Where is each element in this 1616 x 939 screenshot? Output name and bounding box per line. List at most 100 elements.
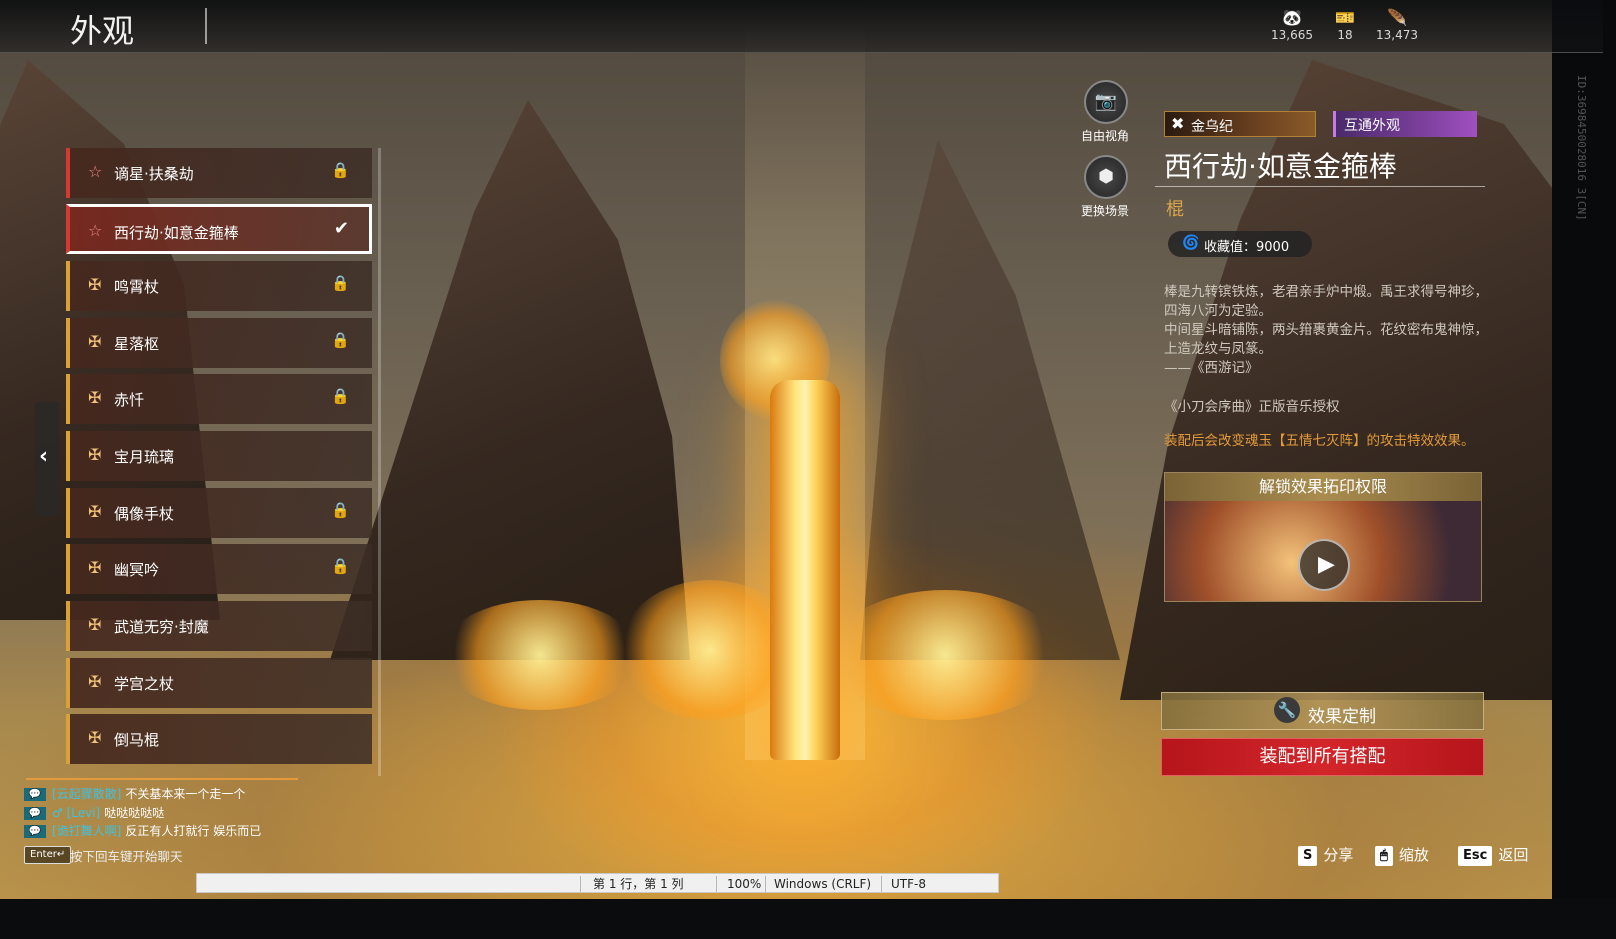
currency-mask-coin: 🐼 13,665 [1262, 8, 1322, 42]
mouse-icon: 🖱 [1375, 845, 1393, 866]
series-emblem-icon: ✖ [1171, 114, 1185, 133]
chat-text: 不关基本来一个走一个 [125, 787, 246, 801]
list-item[interactable]: ✠ 偶像手杖 🔒 [66, 488, 372, 538]
description-line: 棒是九转镔铁炼，老君亲手炉中煅。禹王求得号神珍，四海八河为定验。 [1164, 284, 1488, 319]
line-ending: Windows (CRLF) [774, 877, 872, 891]
list-item-label: 倒马棍 [114, 731, 160, 749]
list-item-label: 偶像手杖 [114, 505, 175, 523]
cross-emblem-icon: ✠ [88, 275, 102, 294]
cross-emblem-icon: ✠ [88, 615, 102, 634]
item-type: 棍 [1166, 199, 1184, 220]
lock-icon: 🔒 [331, 557, 350, 575]
list-item[interactable]: ✠ 宝月琉璃 [66, 431, 372, 481]
equip-all-button[interactable]: 装配到所有搭配 [1161, 738, 1484, 776]
chat-channel-icon: 💬 [24, 807, 46, 820]
list-item[interactable]: ✠ 武道无穷·封魔 [66, 601, 372, 651]
star-outline-icon: ☆ [88, 162, 103, 181]
play-button[interactable]: ▶ [1298, 539, 1350, 591]
effect-preview-card[interactable]: 解锁效果拓印权限 ▶ [1164, 472, 1482, 602]
share-label: 分享 [1323, 846, 1354, 864]
page-title: 外观 [70, 12, 135, 50]
appearance-list[interactable]: ☆ 谪星·扶桑劫 🔒 ☆ 西行劫·如意金箍棒 ✔ ✠ 鸣霄杖 🔒 ✠ 星落枢 🔒… [66, 148, 376, 776]
editor-status-bar: 第 1 行，第 1 列 100% Windows (CRLF) UTF-8 [196, 873, 999, 893]
encoding: UTF-8 [891, 877, 926, 891]
change-scene-button[interactable]: ⬢ [1084, 155, 1128, 199]
zoom-hint[interactable]: 🖱 缩放 [1375, 844, 1429, 866]
list-item[interactable]: ✠ 鸣霄杖 🔒 [66, 261, 372, 311]
share-button[interactable]: S 分享 [1298, 844, 1353, 866]
description-line: 中间星斗暗铺陈，两头箝裹黄金片。花纹密布鬼神惊，上造龙纹与凤篆。 [1164, 322, 1488, 357]
currency-value: 13,473 [1376, 28, 1418, 42]
esc-key-icon: Esc [1458, 845, 1493, 866]
status-separator [716, 876, 717, 892]
list-item-label: 学宫之杖 [114, 675, 175, 693]
list-item[interactable]: ☆ 谪星·扶桑劫 🔒 [66, 148, 372, 198]
title-divider [1155, 186, 1485, 187]
currency-ticket: 🎫 18 [1315, 8, 1375, 42]
rock-formation [330, 100, 690, 660]
item-description: 棒是九转镔铁炼，老君亲手炉中煅。禹王求得号神珍，四海八河为定验。 中间星斗暗铺陈… [1164, 283, 1494, 378]
status-separator [881, 876, 882, 892]
chat-text: 反正有人打就行 娱乐而已 [125, 824, 262, 838]
lock-icon: 🔒 [331, 274, 350, 292]
chat-sender[interactable]: [诡打舞人啊] [52, 824, 121, 838]
cross-emblem-icon: ✠ [88, 445, 102, 464]
cross-emblem-icon: ✠ [88, 388, 102, 407]
chat-hint: 按下回车键开始聊天 [70, 849, 183, 864]
effect-customize-label: 效果定制 [1308, 707, 1376, 727]
shared-appearance-tag: 互通外观 [1333, 111, 1477, 137]
collapse-list-button[interactable]: ‹ [35, 402, 59, 516]
currency-value: 13,665 [1271, 28, 1313, 42]
shared-tag-label: 互通外观 [1344, 118, 1400, 134]
currency-feather: 🪶 13,473 [1367, 8, 1427, 42]
list-item[interactable]: ✠ 学宫之杖 [66, 658, 372, 708]
top-bar: 外观 🐼 13,665 🎫 18 🪶 13,473 [0, 0, 1603, 53]
chat-message: 💬 [云起骤散散] 不关基本来一个走一个 [24, 785, 245, 802]
back-button[interactable]: Esc 返回 [1458, 844, 1528, 866]
preview-thumbnail: ▶ [1165, 501, 1481, 601]
zoom-label: 缩放 [1398, 846, 1429, 864]
cross-emblem-icon: ✠ [88, 728, 102, 747]
currency-value: 18 [1337, 28, 1353, 42]
list-item[interactable]: ✠ 赤忏 🔒 [66, 374, 372, 424]
list-item-label: 赤忏 [114, 391, 145, 409]
scene-cube-icon: ⬢ [1098, 166, 1114, 187]
list-item[interactable]: ✠ 星落枢 🔒 [66, 318, 372, 368]
flame-effect [830, 590, 1060, 720]
change-scene-label: 更换场景 [1080, 204, 1129, 218]
chat-sender[interactable]: ♂ [Levi] [52, 806, 100, 820]
list-item[interactable]: ✠ 倒马棍 [66, 714, 372, 764]
free-view-button[interactable]: 📷 [1084, 80, 1128, 124]
free-view-label: 自由视角 [1080, 129, 1129, 143]
lock-icon: 🔒 [331, 331, 350, 349]
list-item-selected[interactable]: ☆ 西行劫·如意金箍棒 ✔ [66, 204, 372, 254]
cross-emblem-icon: ✠ [88, 558, 102, 577]
star-outline-icon: ☆ [88, 221, 103, 240]
series-tag: ✖ 金乌纪 [1164, 111, 1316, 137]
preview-title: 解锁效果拓印权限 [1165, 473, 1481, 501]
chat-message: 💬 [诡打舞人啊] 反正有人打就行 娱乐而已 [24, 822, 261, 839]
list-item-label: 武道无穷·封魔 [114, 618, 209, 636]
chat-message: 💬 ♂ [Levi] 哒哒哒哒哒 [24, 804, 164, 821]
list-item-label: 谪星·扶桑劫 [114, 165, 194, 183]
lock-icon: 🔒 [331, 161, 350, 179]
chat-sender[interactable]: [云起骤散散] [52, 787, 121, 801]
list-item-label: 幽冥吟 [114, 561, 160, 579]
list-scrollbar[interactable] [378, 148, 381, 776]
list-item[interactable]: ✠ 幽冥吟 🔒 [66, 544, 372, 594]
description-line: ——《西游记》 [1164, 360, 1259, 376]
zoom-level: 100% [727, 877, 762, 891]
list-item-label: 星落枢 [114, 335, 160, 353]
feather-icon: 🪶 [1387, 8, 1407, 27]
effect-customize-button[interactable]: 🔧 效果定制 [1161, 692, 1484, 730]
bottom-strip [0, 899, 1616, 939]
camera-icon: 📷 [1094, 91, 1118, 112]
mask-coin-icon: 🐼 [1282, 8, 1302, 27]
list-item-label: 宝月琉璃 [114, 448, 175, 466]
checkmark-icon: ✔ [333, 218, 349, 239]
ticket-icon: 🎫 [1335, 8, 1355, 27]
wrench-icon: 🔧 [1274, 697, 1300, 723]
chevron-left-icon: ‹ [39, 444, 49, 469]
chat-channel-icon: 💬 [24, 825, 46, 838]
collection-icon: 🌀 [1182, 235, 1200, 251]
